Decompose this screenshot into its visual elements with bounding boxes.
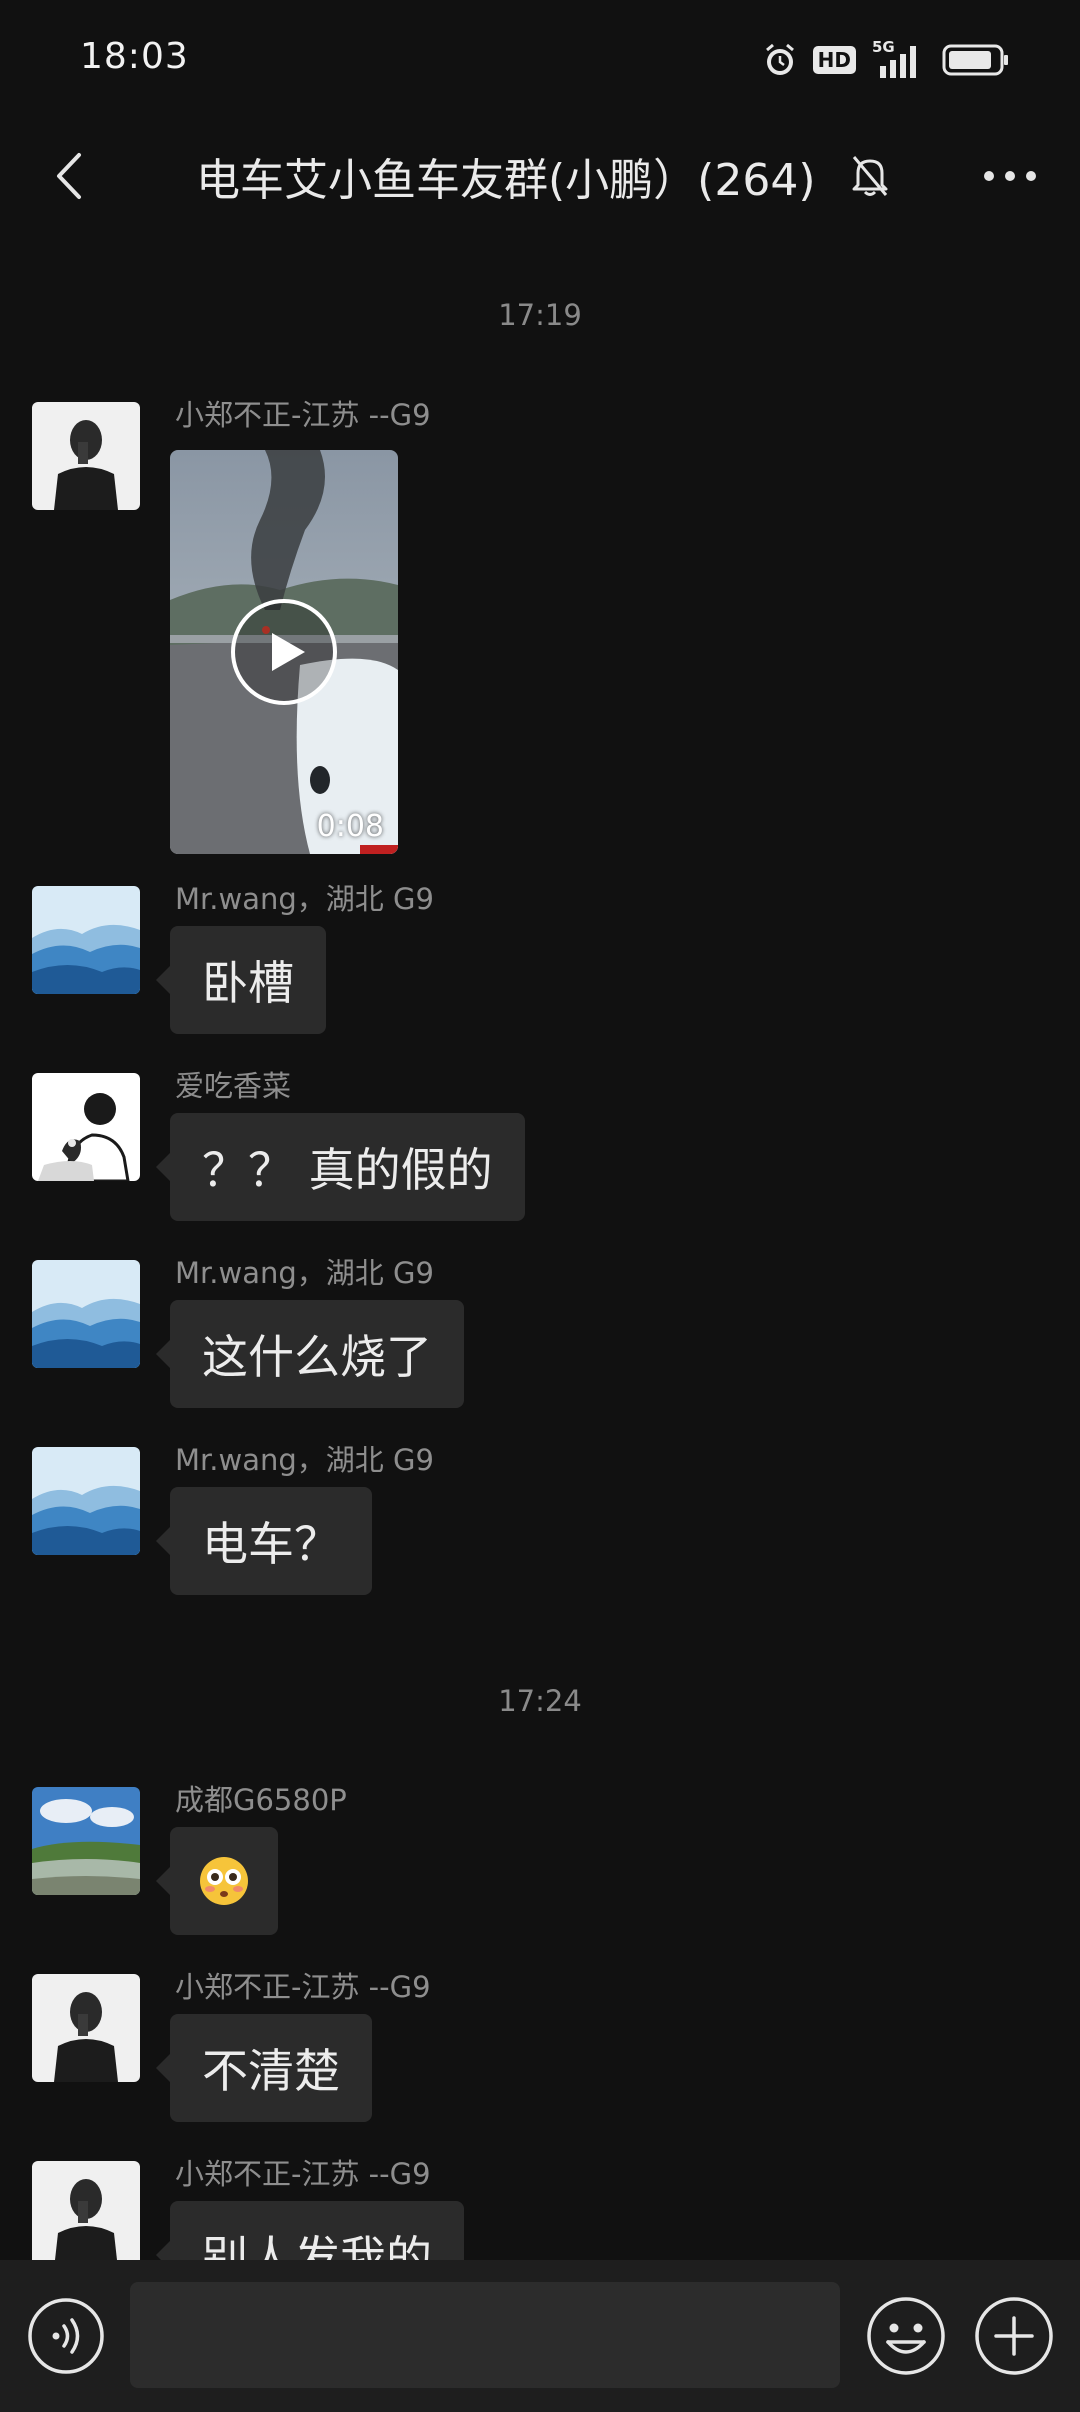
video-message[interactable]: 0:08	[170, 450, 398, 854]
video-duration: 0:08	[316, 809, 384, 844]
message-bubble[interactable]: ？？ 真的假的	[156, 1113, 525, 1221]
back-chevron-icon	[57, 153, 81, 199]
avatar[interactable]	[32, 402, 140, 510]
more-dots-icon	[984, 171, 1036, 181]
avatar[interactable]	[32, 1787, 140, 1895]
sender-name: 成都G6580P	[175, 1783, 347, 1817]
avatar[interactable]	[32, 1974, 140, 2082]
flushed-face-icon	[200, 1857, 248, 1905]
input-bar	[0, 2260, 1080, 2412]
message-bubble[interactable]: 电车？	[156, 1487, 372, 1595]
more-button[interactable]	[970, 143, 1050, 209]
timestamp: 17:19	[498, 298, 582, 332]
sender-name: 小郑不正-江苏 --G9	[175, 2157, 431, 2191]
plus-button[interactable]	[972, 2294, 1056, 2378]
avatar[interactable]	[32, 1073, 140, 1181]
sender-name: 爱吃香菜	[175, 1069, 292, 1103]
message-bubble[interactable]	[156, 1827, 278, 1935]
play-icon	[229, 597, 339, 707]
avatar[interactable]	[32, 886, 140, 994]
hd-label: HD	[817, 48, 851, 72]
alarm-icon	[763, 42, 797, 78]
chat-title: 电车艾小鱼车友群(小鹏）(264)	[196, 155, 816, 206]
sender-name: Mr.wang，湖北 G9	[175, 1256, 434, 1290]
chat-message-list[interactable]: 17:19 小郑不正-江苏 --G9 0:08 Mr.wang，湖北 G9 卧槽…	[0, 225, 1080, 2260]
message-bubble[interactable]: 别人发我的	[156, 2201, 464, 2260]
avatar[interactable]	[32, 2161, 140, 2260]
message-bubble[interactable]: 不清楚	[156, 2014, 372, 2122]
voice-button[interactable]	[26, 2296, 106, 2376]
hd-icon: HD	[812, 46, 856, 74]
status-time: 18:03	[80, 36, 189, 77]
5g-signal-icon: 5G	[872, 38, 926, 78]
mute-bell-icon	[842, 147, 898, 203]
message-input[interactable]	[130, 2282, 840, 2388]
avatar[interactable]	[32, 1447, 140, 1555]
plus-icon	[975, 2297, 1053, 2375]
emoji-icon	[867, 2297, 945, 2375]
battery-icon	[942, 43, 1010, 77]
message-bubble[interactable]: 卧槽	[156, 926, 326, 1034]
sender-name: Mr.wang，湖北 G9	[175, 882, 434, 916]
sender-name: 小郑不正-江苏 --G9	[175, 398, 431, 432]
sender-name: Mr.wang，湖北 G9	[175, 1443, 434, 1477]
avatar[interactable]	[32, 1260, 140, 1368]
status-icons: HD 5G	[763, 38, 1010, 78]
timestamp: 17:24	[498, 1684, 582, 1718]
sender-name: 小郑不正-江苏 --G9	[175, 1970, 431, 2004]
message-bubble[interactable]: 这什么烧了	[156, 1300, 464, 1408]
chat-header: 电车艾小鱼车友群(小鹏）(264)	[0, 125, 1080, 225]
emoji-button[interactable]	[864, 2294, 948, 2378]
status-bar: 18:03 HD 5G	[0, 0, 1080, 125]
back-button[interactable]	[38, 143, 104, 209]
voice-icon	[28, 2298, 104, 2374]
